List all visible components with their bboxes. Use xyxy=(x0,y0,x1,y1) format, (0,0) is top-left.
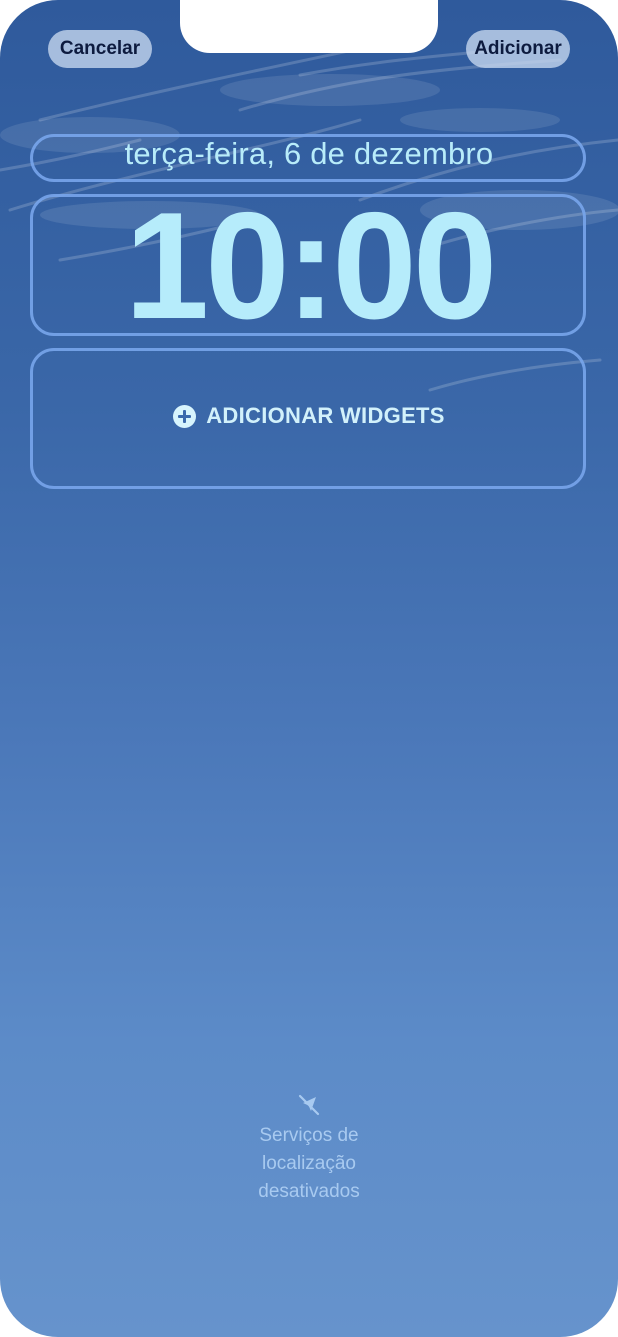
add-button[interactable]: Adicionar xyxy=(466,30,570,68)
add-widgets-label: ADICIONAR WIDGETS xyxy=(206,403,445,428)
location-off-icon xyxy=(298,1094,320,1116)
plus-circle-icon xyxy=(173,404,197,428)
cancel-button[interactable]: Cancelar xyxy=(48,30,152,68)
add-widgets-button[interactable]: ADICIONAR WIDGETS xyxy=(0,403,618,429)
clock-time: 10:00 xyxy=(124,181,498,351)
location-status-line: desativados xyxy=(258,1181,360,1202)
date-label: terça-feira, 6 de dezembro xyxy=(124,136,494,171)
location-status-text: Serviços de localização desativados xyxy=(0,1122,618,1206)
location-status-line: Serviços de xyxy=(259,1125,359,1146)
location-status-line: localização xyxy=(262,1153,356,1174)
device-notch xyxy=(180,0,438,53)
lock-screen-editor: Cancelar Adicionar terça-feira, 6 de dez… xyxy=(0,0,618,1337)
